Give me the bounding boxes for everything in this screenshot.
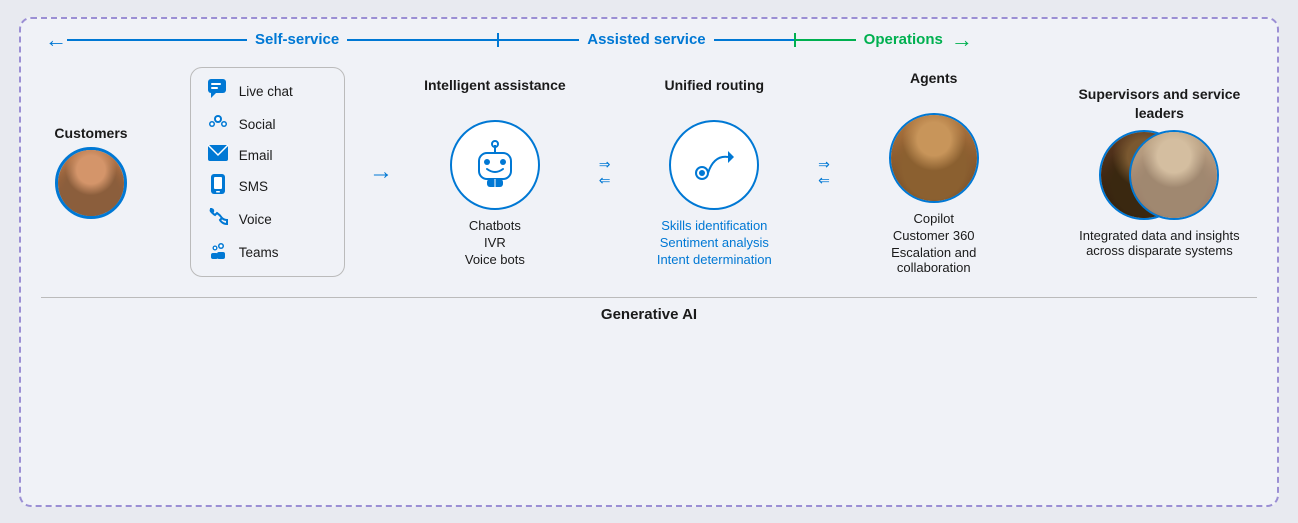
ia-item-0: Chatbots <box>469 218 521 233</box>
small-arrow-right-1: ⇒ <box>599 157 611 171</box>
voice-label: Voice <box>239 212 272 227</box>
customers-label: Customers <box>54 125 127 141</box>
supervisors-item-0: Integrated data and insights across disp… <box>1062 228 1257 258</box>
sms-label: SMS <box>239 179 268 194</box>
small-arrow-left-1: ⇐ <box>599 173 611 187</box>
arrow-right-green-icon: → <box>951 27 973 53</box>
assisted-line2 <box>714 39 794 41</box>
agents-item-0: Copilot <box>913 211 953 226</box>
teams-icon <box>207 239 229 266</box>
social-icon <box>207 111 229 138</box>
supervisors-col: Supervisors and service leaders Integrat… <box>1062 85 1257 257</box>
intelligent-assistance-col: Intelligent assistance <box>417 76 572 267</box>
self-service-line <box>67 39 247 41</box>
social-label: Social <box>239 117 276 132</box>
small-arrow-left-2: ⇐ <box>818 173 830 187</box>
channel-teams: Teams <box>207 239 328 266</box>
customers-column: Customers <box>41 125 141 219</box>
agents-items: Copilot Customer 360 Escalation and coll… <box>856 211 1011 275</box>
agents-title: Agents <box>910 69 957 105</box>
channel-live-chat: Live chat <box>207 78 328 105</box>
sms-icon <box>207 173 229 200</box>
live-chat-label: Live chat <box>239 84 293 99</box>
chat-icon <box>207 78 229 105</box>
arrow-left-icon: ← <box>45 27 67 53</box>
self-service-label: Self-service <box>255 31 339 48</box>
content-area: Customers Live chat <box>21 57 1277 297</box>
ur-item-1: Sentiment analysis <box>660 235 769 250</box>
assisted-line1 <box>499 39 579 41</box>
agent-photo-circle <box>889 113 979 203</box>
self-service-line2 <box>347 39 497 41</box>
arrow-to-ia: → <box>369 158 393 186</box>
ia-items: Chatbots IVR Voice bots <box>465 218 525 267</box>
operations-label: Operations <box>864 31 943 48</box>
agents-item-1: Customer 360 <box>893 228 975 243</box>
ia-item-1: IVR <box>484 235 506 250</box>
ia-icon-circle <box>450 120 540 210</box>
supervisor-img-2 <box>1131 132 1217 218</box>
bidir-arrow-1: ⇒ ⇐ <box>599 157 611 187</box>
voice-icon <box>207 206 229 233</box>
ur-item-0: Skills identification <box>661 218 767 233</box>
assisted-service-label: Assisted service <box>587 31 705 48</box>
ur-title: Unified routing <box>665 76 765 112</box>
bidir-arrow-2: ⇒ ⇐ <box>818 157 830 187</box>
channels-box: Live chat Social <box>190 67 345 277</box>
email-icon <box>207 144 229 167</box>
ia-item-2: Voice bots <box>465 252 525 267</box>
header-bar: ← Self-service Assisted service Operatio… <box>21 19 1277 57</box>
ia-title: Intelligent assistance <box>424 76 566 112</box>
supervisors-items: Integrated data and insights across disp… <box>1062 228 1257 258</box>
ops-line <box>796 39 856 41</box>
ur-item-2: Intent determination <box>657 252 772 267</box>
small-arrow-right-2: ⇒ <box>818 157 830 171</box>
unified-routing-col: Unified routing Skills identification Se… <box>637 76 792 267</box>
agents-item-2: Escalation and collaboration <box>856 245 1011 275</box>
teams-label: Teams <box>239 245 279 260</box>
agents-col: Agents Copilot Customer 360 Escalation a… <box>856 69 1011 275</box>
footer-label: Generative AI <box>41 297 1257 329</box>
supervisors-title: Supervisors and service leaders <box>1062 85 1257 121</box>
ur-items: Skills identification Sentiment analysis… <box>657 218 772 267</box>
channel-social: Social <box>207 111 328 138</box>
ur-icon-circle <box>669 120 759 210</box>
arrow-right-icon: → <box>369 158 393 186</box>
supervisors-photos <box>1099 130 1219 220</box>
agent-photo <box>891 115 977 201</box>
channel-email: Email <box>207 144 328 167</box>
customer-photo <box>58 150 124 216</box>
customer-avatar <box>55 147 127 219</box>
email-label: Email <box>239 148 273 163</box>
channel-voice: Voice <box>207 206 328 233</box>
channel-sms: SMS <box>207 173 328 200</box>
supervisor-photo-2 <box>1129 130 1219 220</box>
main-diagram: ← Self-service Assisted service Operatio… <box>19 17 1279 507</box>
